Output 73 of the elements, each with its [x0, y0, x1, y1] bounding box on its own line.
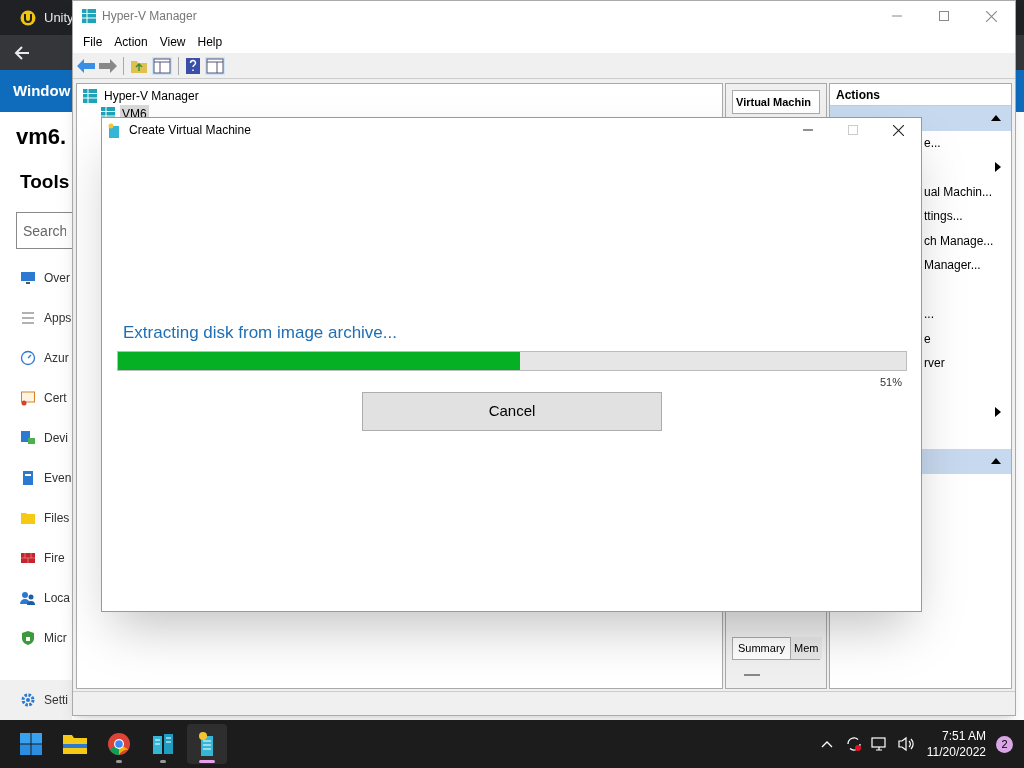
settings-icon: [20, 692, 36, 708]
back-arrow-icon[interactable]: [14, 44, 30, 61]
banner-title: Window: [13, 80, 71, 101]
network-icon[interactable]: [870, 735, 889, 753]
server-icon: [151, 732, 175, 756]
brick-wall-icon: [20, 550, 36, 566]
submenu-arrow-icon[interactable]: [995, 407, 1001, 418]
notification-badge[interactable]: 2: [996, 735, 1013, 753]
settings-item[interactable]: Setti: [0, 680, 72, 720]
shield-icon: [20, 630, 36, 646]
cancel-button[interactable]: Cancel: [362, 391, 662, 431]
browser-logo-icon: [107, 732, 131, 756]
server-icon: [81, 8, 97, 24]
pane-command[interactable]: e...: [924, 133, 941, 152]
sync-icon[interactable]: [844, 735, 863, 753]
submenu-arrow-icon[interactable]: [995, 162, 1001, 173]
pane-command[interactable]: ch Manage...: [924, 231, 994, 250]
tool-item[interactable]: Azur: [0, 338, 72, 378]
tool-item[interactable]: Devi: [0, 418, 72, 458]
users-icon: [20, 590, 36, 606]
tool-item[interactable]: Micr: [0, 618, 72, 658]
panel-icon[interactable]: [152, 56, 172, 75]
search-field[interactable]: Search: [16, 212, 72, 249]
tool-item[interactable]: Over: [0, 258, 72, 298]
maximize-icon: [848, 125, 858, 135]
folder-icon: [62, 732, 88, 756]
pane-command[interactable]: rver: [924, 354, 945, 373]
column-header: Virtual Machin: [736, 94, 811, 110]
tab[interactable]: Summary: [732, 637, 792, 659]
window-title: Hyper-V Manager: [102, 8, 197, 25]
tool-item[interactable]: Apps: [0, 298, 72, 338]
tool-item[interactable]: Cert: [0, 378, 72, 418]
list-icon: [20, 310, 36, 326]
pane-title: Actions: [836, 86, 880, 104]
book-icon: [20, 470, 36, 486]
monitor-icon: [20, 270, 36, 286]
server-name: vm6.: [16, 124, 67, 150]
tool-item[interactable]: Loca: [0, 578, 72, 618]
forward-arrow-icon[interactable]: [99, 58, 117, 73]
menu-item[interactable]: View: [153, 33, 192, 51]
certificate-icon: [20, 390, 36, 406]
tool-item[interactable]: Even: [0, 458, 72, 498]
menu-item[interactable]: File: [77, 33, 109, 51]
server-wizard-icon: [108, 122, 120, 138]
chevron-up-icon[interactable]: [820, 740, 833, 748]
pane-command[interactable]: ttings...: [924, 207, 963, 226]
server-icon: [82, 88, 98, 104]
pane-command[interactable]: ual Machin...: [924, 182, 993, 201]
dialog-title: Create Virtual Machine: [129, 122, 251, 139]
tab[interactable]: Mem: [791, 637, 822, 659]
volume-icon[interactable]: [896, 735, 915, 753]
close-icon[interactable]: [893, 124, 904, 136]
taskbar-app[interactable]: [187, 724, 227, 764]
pane-command[interactable]: Manager...: [924, 256, 981, 275]
progress-percent: 51%: [879, 375, 902, 390]
panel-icon[interactable]: [205, 56, 225, 75]
clock[interactable]: 7:51 AM 11/20/2022: [926, 728, 986, 760]
help-icon[interactable]: [185, 56, 201, 75]
menu-item[interactable]: Help: [191, 33, 229, 51]
pane-command[interactable]: e: [924, 329, 931, 348]
menu-item[interactable]: Action: [108, 33, 154, 51]
windows-logo-icon: [19, 732, 43, 756]
status-message: Extracting disk from image archive...: [123, 322, 398, 344]
section-title: Tools: [20, 170, 70, 194]
tab-logo-icon: [20, 9, 36, 26]
folder-icon: [20, 510, 36, 526]
tree-item[interactable]: Hyper-V Manager: [102, 87, 201, 105]
maximize-icon[interactable]: [939, 11, 949, 21]
tool-item[interactable]: Fire: [0, 538, 72, 578]
gauge-icon: [20, 350, 36, 366]
pane-command[interactable]: ...: [924, 305, 934, 324]
devices-icon: [20, 430, 36, 446]
tool-item[interactable]: Files: [0, 498, 72, 538]
